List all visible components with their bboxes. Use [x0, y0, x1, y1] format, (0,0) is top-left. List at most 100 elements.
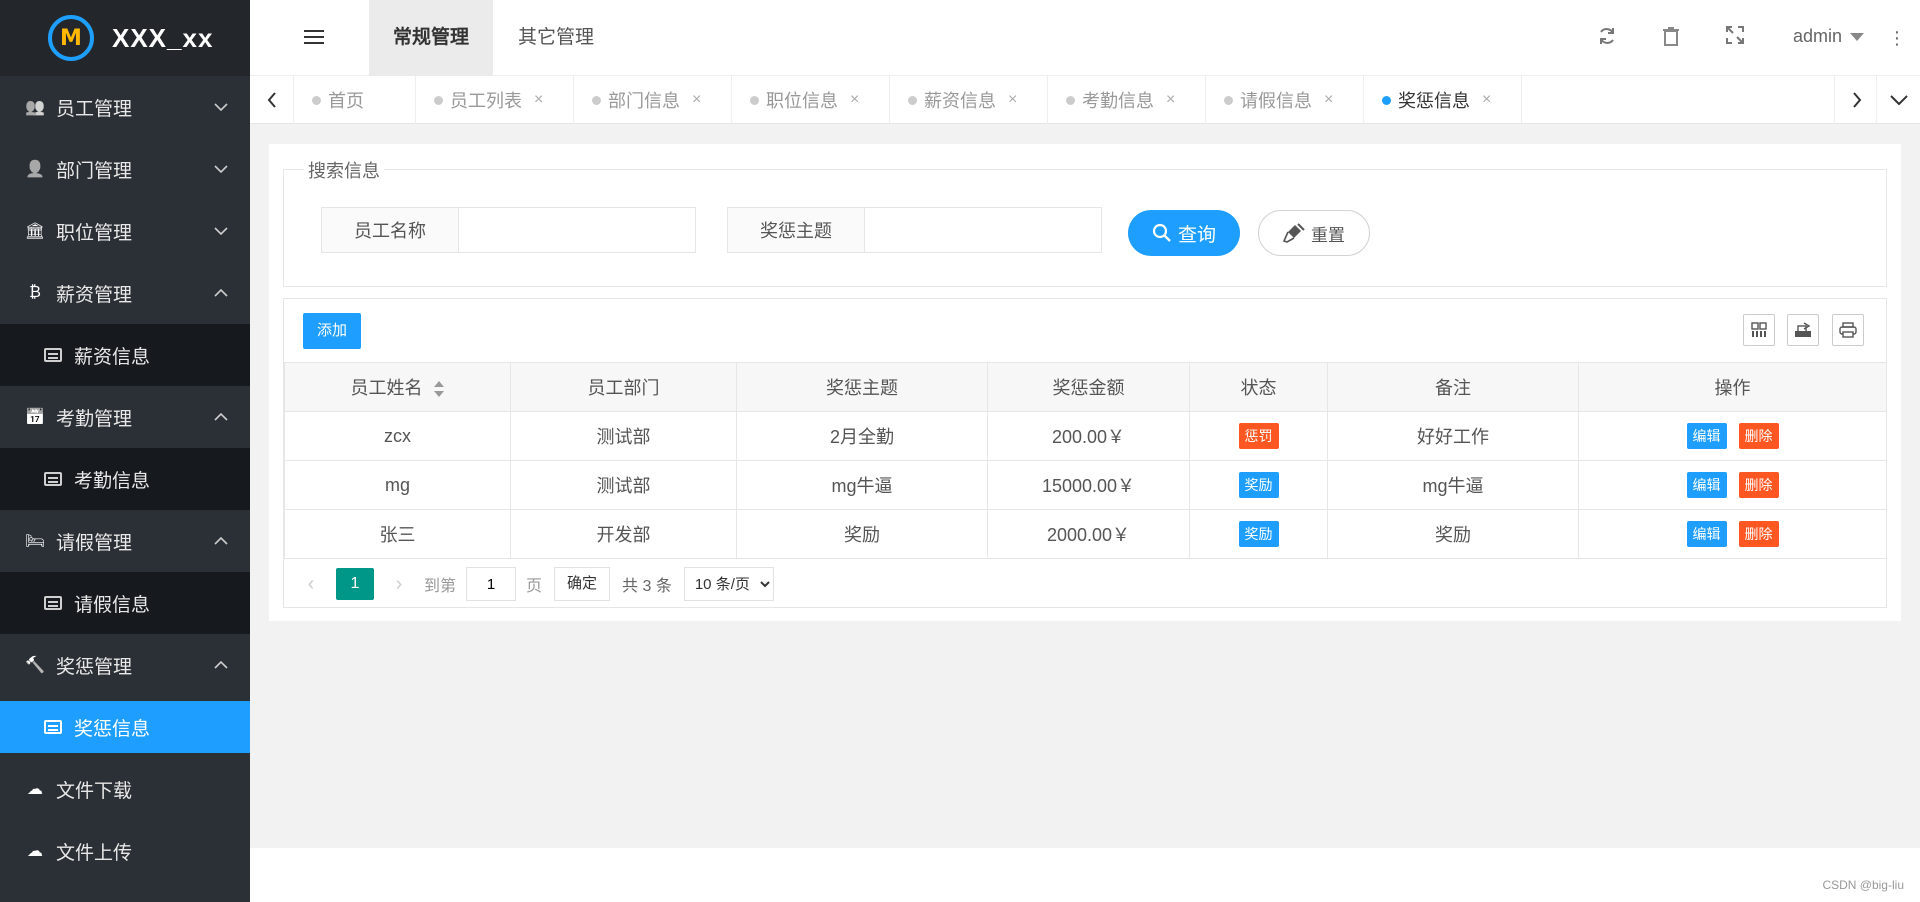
employee-name-label: 员工名称 [321, 207, 459, 253]
close-icon[interactable]: × [1324, 91, 1333, 109]
page-tab-label: 部门信息 [608, 91, 680, 111]
logo-mark-text: M [60, 25, 82, 51]
trash-icon[interactable] [1659, 26, 1683, 50]
goto-page-input[interactable] [466, 567, 517, 601]
tab-dot-icon [1066, 96, 1075, 105]
col-header-name[interactable]: 员工姓名 [284, 362, 511, 412]
cell-subject: 2月全勤 [736, 411, 988, 461]
reset-button-label: 重置 [1311, 225, 1345, 245]
caret-down-icon [1850, 33, 1865, 42]
subject-input[interactable] [865, 207, 1102, 253]
cell-actions: 编辑 删除 [1578, 509, 1887, 559]
sidebar-item-3[interactable]: ₿ 薪资管理 [0, 262, 250, 324]
current-page[interactable]: 1 [336, 568, 374, 600]
edit-button[interactable]: 编辑 [1686, 521, 1727, 547]
status-badge: 奖励 [1238, 521, 1279, 547]
sidebar-subitem-4[interactable]: 考勤信息 [0, 448, 250, 510]
table-row: 张三 开发部 奖励 2000.00￥ 奖励 奖励 编辑 删除 [284, 509, 1887, 559]
close-icon[interactable]: × [1482, 91, 1491, 109]
sort-icon[interactable] [433, 380, 445, 398]
sidebar-subitem-3[interactable]: 薪资信息 [0, 324, 250, 386]
tab-dot-icon [592, 96, 601, 105]
sidebar-item-label: 奖惩管理 [56, 656, 133, 678]
sidebar-item-label: 部门管理 [56, 160, 133, 182]
list-icon [44, 472, 62, 486]
page-tab-5[interactable]: 考勤信息 × [1048, 76, 1206, 124]
reset-button[interactable]: 重置 [1258, 210, 1370, 256]
close-icon[interactable]: × [1008, 91, 1017, 109]
menu-toggle-icon[interactable] [304, 30, 324, 46]
page-tab-6[interactable]: 请假信息 × [1206, 76, 1364, 124]
close-icon[interactable]: × [692, 91, 701, 109]
query-button[interactable]: 查询 [1128, 210, 1240, 256]
sidebar-item-0[interactable]: 👥 员工管理 [0, 76, 250, 138]
sidebar-subitem-5[interactable]: 请假信息 [0, 572, 250, 634]
table-header-row: 员工姓名 员工部门 奖惩主题 奖惩金额 状态 备注 操作 [284, 362, 1887, 412]
page-tab-2[interactable]: 部门信息 × [574, 76, 732, 124]
tabs-dropdown-icon[interactable] [1876, 76, 1920, 124]
chevron-up-icon [214, 288, 228, 297]
cell-status: 惩罚 [1189, 411, 1328, 461]
tabs-scroll-right-icon[interactable] [1834, 76, 1878, 124]
page-tab-1[interactable]: 员工列表 × [416, 76, 574, 124]
chevron-up-icon [214, 536, 228, 545]
cell-amount: 200.00￥ [987, 411, 1190, 461]
cloud-download-icon: ☁ [27, 781, 43, 798]
page-tab-4[interactable]: 薪资信息 × [890, 76, 1048, 124]
edit-button[interactable]: 编辑 [1686, 472, 1727, 498]
page-tab-7[interactable]: 奖惩信息 × [1364, 76, 1522, 124]
page-tab-0[interactable]: 首页 [294, 76, 416, 124]
bank-icon: 🏛 [24, 223, 46, 240]
delete-button[interactable]: 删除 [1738, 472, 1779, 498]
cell-note: 好好工作 [1327, 411, 1579, 461]
table-body: zcx 测试部 2月全勤 200.00￥ 惩罚 好好工作 编辑 删除 mg 测试部 mg牛逼 1500… [284, 411, 1887, 559]
gavel-icon: 🔨 [25, 657, 45, 674]
close-icon[interactable]: × [850, 91, 859, 109]
next-page-icon[interactable]: › [386, 573, 412, 596]
col-header-amount: 奖惩金额 [987, 362, 1190, 412]
col-header-subject: 奖惩主题 [736, 362, 988, 412]
print-icon[interactable] [1832, 314, 1864, 346]
employee-name-input[interactable] [459, 207, 696, 253]
users-icon: 👥 [25, 99, 45, 116]
sidebar-item-1[interactable]: 👤 部门管理 [0, 138, 250, 200]
user-name: admin [1793, 26, 1843, 46]
refresh-icon[interactable] [1595, 26, 1619, 50]
sidebar-item-7[interactable]: ☁ 文件下载 [0, 758, 250, 820]
sidebar-item-8[interactable]: ☁ 文件上传 [0, 820, 250, 882]
sidebar: M XXX_xx 👥 员工管理 👤 部门管理 🏛 职位管理 ₿ 薪资管理 薪资信息 📅 考勤管理 考勤… [0, 0, 250, 902]
page-tab-label: 奖惩信息 [1398, 91, 1470, 111]
sidebar-subitem-6[interactable]: 奖惩信息 [0, 701, 250, 753]
sidebar-item-2[interactable]: 🏛 职位管理 [0, 200, 250, 262]
sidebar-item-5[interactable]: 🛏 请假管理 [0, 510, 250, 572]
columns-filter-icon[interactable] [1743, 314, 1775, 346]
export-icon[interactable] [1787, 314, 1819, 346]
fullscreen-icon[interactable] [1723, 26, 1747, 50]
add-button[interactable]: 添加 [303, 313, 361, 349]
delete-button[interactable]: 删除 [1738, 521, 1779, 547]
header: 常规管理 其它管理 admin ⋮ [250, 0, 1920, 76]
broom-icon [1283, 223, 1305, 243]
close-icon[interactable]: × [1166, 91, 1175, 109]
close-icon[interactable]: × [534, 91, 543, 109]
page-size-select[interactable]: 10 条/页 [683, 567, 774, 601]
search-panel: 搜索信息 员工名称 奖惩主题 查询 重置 [283, 157, 1887, 287]
more-vertical-icon[interactable]: ⋮ [1885, 26, 1909, 50]
tabs-scroll-left-icon[interactable] [250, 76, 294, 124]
goto-confirm-button[interactable]: 确定 [554, 567, 611, 601]
tab-dot-icon [750, 96, 759, 105]
tab-regular-management[interactable]: 常规管理 [369, 0, 494, 76]
sidebar-item-6[interactable]: 🔨 奖惩管理 [0, 634, 250, 696]
tab-dot-icon [908, 96, 917, 105]
query-button-label: 查询 [1177, 224, 1216, 246]
delete-button[interactable]: 删除 [1738, 423, 1779, 449]
tab-other-management[interactable]: 其它管理 [494, 0, 618, 76]
prev-page-icon[interactable]: ‹ [298, 573, 324, 596]
sidebar-subitem-label: 请假信息 [74, 594, 151, 616]
subject-label: 奖惩主题 [727, 207, 865, 253]
sidebar-item-4[interactable]: 📅 考勤管理 [0, 386, 250, 448]
edit-button[interactable]: 编辑 [1686, 423, 1727, 449]
page-tab-3[interactable]: 职位信息 × [732, 76, 890, 124]
user-menu[interactable]: admin [1793, 26, 1865, 47]
page-tab-bar: 首页 员工列表 × 部门信息 × 职位信息 × 薪资信息 × 考勤信息 × 请假信息 × 奖惩信息 × [250, 76, 1920, 124]
